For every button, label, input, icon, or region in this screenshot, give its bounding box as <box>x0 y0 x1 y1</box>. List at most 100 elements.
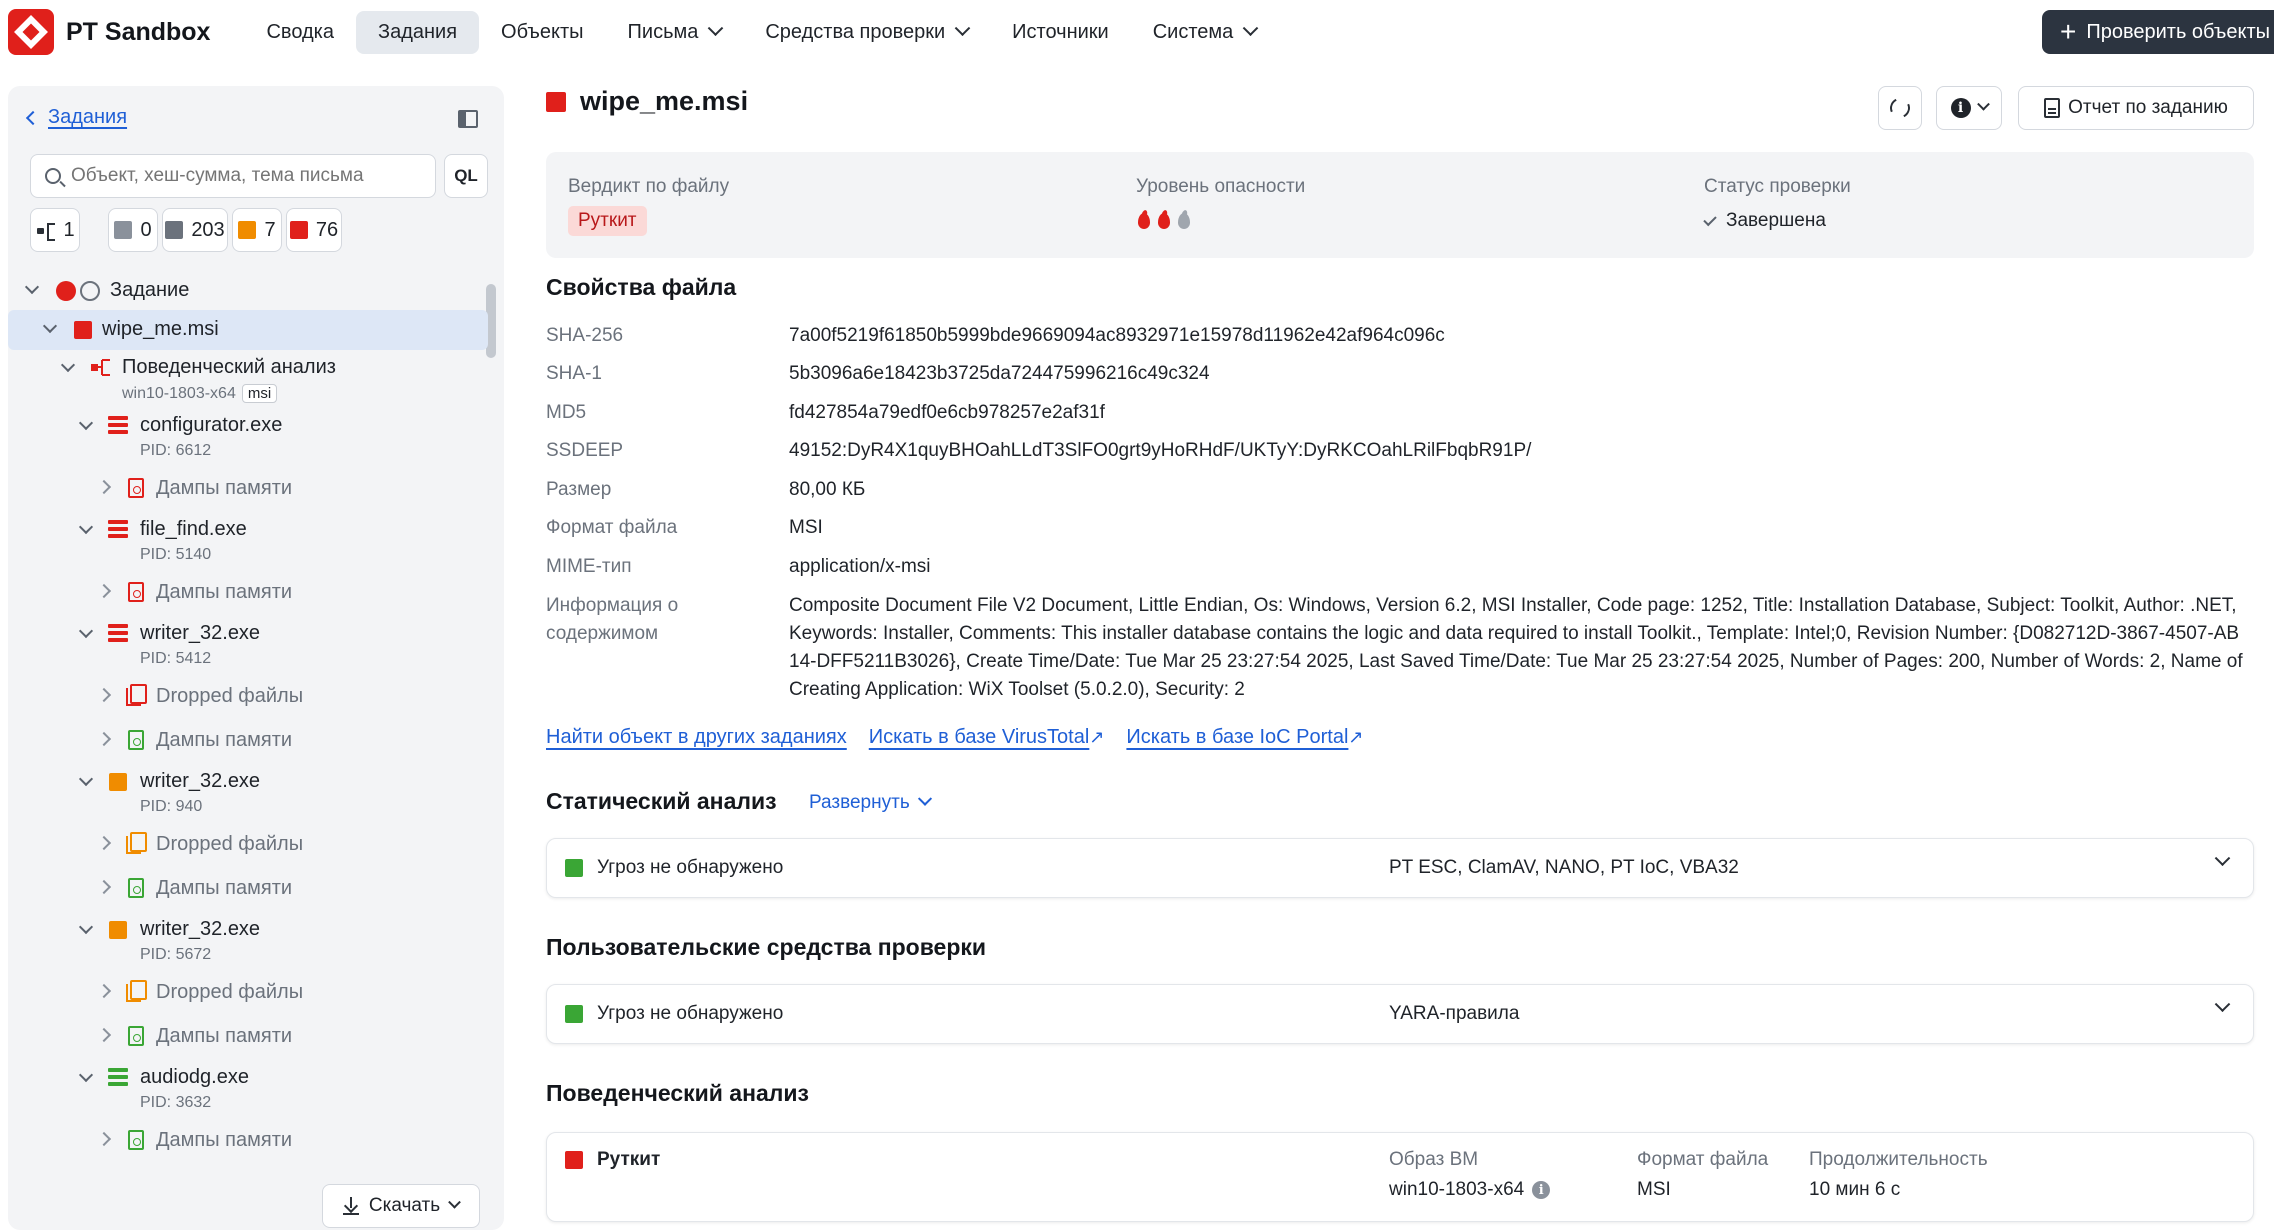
tree-process[interactable]: writer_32.exe PID: 940 <box>8 768 488 820</box>
ql-button[interactable]: QL <box>444 154 488 198</box>
chevron-down-icon[interactable] <box>78 1067 94 1083</box>
tree-process[interactable]: configurator.exe PID: 6612 <box>8 412 488 464</box>
nav-emails-label: Письма <box>627 20 699 43</box>
nav-objects[interactable]: Объекты <box>479 11 605 54</box>
nav-emails[interactable]: Письма <box>606 11 744 54</box>
counter-tree[interactable]: 1 <box>30 208 80 252</box>
tree-memory-dumps[interactable]: Дампы памяти <box>8 576 488 608</box>
tree-memory-dumps[interactable]: Дампы памяти <box>8 1124 488 1156</box>
search-input[interactable] <box>71 165 411 187</box>
nav-scan-tools-label: Средства проверки <box>765 20 946 43</box>
vm-image: Образ ВМ win10-1803-x64 i <box>1389 1149 1551 1201</box>
chevron-right-icon[interactable] <box>96 1131 112 1147</box>
search-field[interactable] <box>30 154 436 198</box>
chevron-left-icon <box>25 110 41 125</box>
prop-key: SHA-256 <box>546 325 624 346</box>
page-title: wipe_me.msi <box>580 86 749 116</box>
red-dump-file-icon <box>128 582 144 602</box>
nav-scan-tools[interactable]: Средства проверки <box>743 11 990 54</box>
chevron-right-icon[interactable] <box>96 479 112 495</box>
nav-system[interactable]: Система <box>1131 11 1279 54</box>
external-link-icon: ↗ <box>1348 727 1364 747</box>
tree-file[interactable]: wipe_me.msi <box>8 310 488 350</box>
tree-process[interactable]: file_find.exe PID: 5140 <box>8 516 488 568</box>
chevron-down-icon[interactable] <box>24 279 40 295</box>
tree-dropped-files[interactable]: Dropped файлы <box>8 828 488 860</box>
tree-behavior[interactable]: Поведенческий анализ win10-1803-x64 msi <box>8 354 488 408</box>
nav-objects-label: Объекты <box>501 20 584 43</box>
chevron-down-icon[interactable] <box>78 415 94 431</box>
chevron-right-icon[interactable] <box>96 731 112 747</box>
custom-tools-card[interactable]: Угроз не обнаружено YARA-правила <box>546 984 2254 1044</box>
nav-sources[interactable]: Источники <box>990 11 1131 54</box>
back-to-tasks[interactable]: Задания <box>25 106 127 129</box>
back-link[interactable]: Задания <box>48 106 127 129</box>
chevron-down-icon[interactable] <box>2214 850 2231 867</box>
tree-memory-dumps[interactable]: Дампы памяти <box>8 724 488 756</box>
tree-process[interactable]: writer_32.exe PID: 5412 <box>8 620 488 672</box>
prop-value: 5b3096a6e18423b3725da724475996216c49c324 <box>789 363 1210 384</box>
check-objects-button[interactable]: + Проверить объекты <box>2042 10 2274 54</box>
chevron-right-icon[interactable] <box>96 835 112 851</box>
orange-process-icon <box>109 773 127 791</box>
tree-dropped-files[interactable]: Dropped файлы <box>8 680 488 712</box>
task-report-button[interactable]: Отчет по заданию <box>2018 86 2254 130</box>
behavior-analysis-card[interactable]: Руткит Образ ВМ win10-1803-x64 i Формат ф… <box>546 1132 2254 1222</box>
counter-gray[interactable]: 0 <box>108 208 158 252</box>
tree-process[interactable]: writer_32.exe PID: 5672 <box>8 916 488 968</box>
chevron-down-icon[interactable] <box>78 919 94 935</box>
counter-dark[interactable]: 203 <box>162 208 228 252</box>
download-button[interactable]: Скачать <box>322 1184 480 1228</box>
task-report-label: Отчет по заданию <box>2068 97 2228 118</box>
tree-memory-dumps[interactable]: Дампы памяти <box>8 472 488 504</box>
chevron-down-icon[interactable] <box>60 357 76 373</box>
danger-level-label: Уровень опасности <box>1136 176 1306 197</box>
danger-level-flames <box>1136 210 1305 230</box>
ioc-portal-link[interactable]: Искать в базе IoC Portal <box>1126 726 1348 748</box>
nav-summary[interactable]: Сводка <box>244 11 356 54</box>
counter-red[interactable]: 76 <box>286 208 342 252</box>
tree-memory-dumps[interactable]: Дампы памяти <box>8 872 488 904</box>
chevron-down-icon[interactable] <box>78 519 94 535</box>
tree-process[interactable]: audiodg.exe PID: 3632 <box>8 1064 488 1116</box>
refresh-button[interactable] <box>1878 86 1922 130</box>
chevron-right-icon[interactable] <box>96 879 112 895</box>
prop-key: Формат файла <box>546 517 678 538</box>
collapse-panel-icon[interactable] <box>458 110 478 128</box>
process-pid: PID: 5140 <box>140 546 212 563</box>
memory-dumps-label: Дампы памяти <box>156 729 293 751</box>
nav-tasks[interactable]: Задания <box>355 10 480 54</box>
chevron-down-icon[interactable] <box>42 318 58 334</box>
counter-orange[interactable]: 7 <box>232 208 282 252</box>
scan-status-label: Статус проверки <box>1704 176 1851 197</box>
chevron-right-icon[interactable] <box>96 1027 112 1043</box>
tree-root[interactable]: Задание <box>8 276 488 306</box>
chevron-right-icon[interactable] <box>96 983 112 999</box>
chevron-right-icon[interactable] <box>96 583 112 599</box>
prop-key: SHA-1 <box>546 363 602 384</box>
expand-toggle[interactable]: Развернуть <box>809 791 932 814</box>
tree-memory-dumps[interactable]: Дампы памяти <box>8 1020 488 1052</box>
file-format: Формат файла MSI <box>1637 1149 1768 1201</box>
info-menu-button[interactable]: i <box>1936 86 2002 130</box>
prop-value: application/x-msi <box>789 556 931 577</box>
app-logo[interactable]: PT Sandbox <box>8 9 210 55</box>
duration-value: 10 мин 6 с <box>1809 1179 1901 1200</box>
dropped-files-label: Dropped файлы <box>156 685 304 707</box>
chevron-down-icon[interactable] <box>78 623 94 639</box>
process-name: audiodg.exe <box>140 1066 249 1088</box>
tree-icon <box>35 221 56 241</box>
chevron-right-icon[interactable] <box>96 687 112 703</box>
tree-dropped-files[interactable]: Dropped файлы <box>8 976 488 1008</box>
pt-logo-icon <box>8 9 54 55</box>
info-icon[interactable]: i <box>1532 1181 1551 1199</box>
virustotal-link[interactable]: Искать в базе VirusTotal <box>869 726 1090 748</box>
static-analysis-card[interactable]: Угроз не обнаружено PT ESC, ClamAV, NANO… <box>546 838 2254 898</box>
title-row: wipe_me.msi <box>546 86 748 117</box>
chevron-down-icon[interactable] <box>78 771 94 787</box>
prop-key: MD5 <box>546 402 587 423</box>
find-in-other-tasks-link[interactable]: Найти объект в других заданиях <box>546 726 847 749</box>
top-navigation: PT Sandbox Сводка Задания Объекты Письма… <box>0 0 2274 64</box>
scan-status-value: Завершена <box>1726 210 1826 231</box>
chevron-down-icon[interactable] <box>2214 996 2231 1013</box>
